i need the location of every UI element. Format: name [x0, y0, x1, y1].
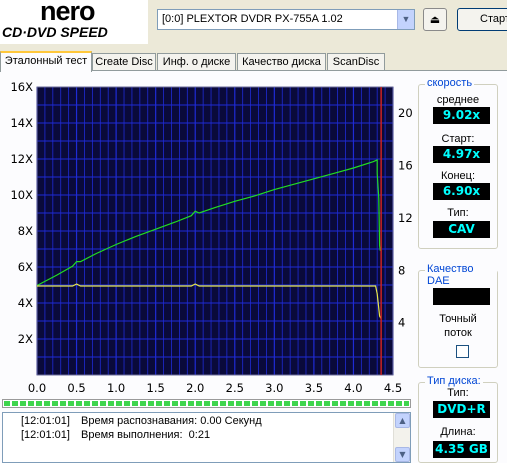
progress-fill [4, 401, 409, 406]
x-tick-label: 0.0 [28, 381, 46, 395]
avg-speed-value: 9.02x [433, 107, 490, 124]
x-tick-label: 0.5 [67, 381, 85, 395]
y-tick-label: 12X [10, 152, 33, 166]
y-tick-label: 14X [10, 116, 33, 130]
x-tick-label: 1.5 [147, 381, 165, 395]
log-message: Время распознавания: 0.00 Секунд [81, 415, 262, 427]
scroll-up-icon[interactable]: ▲ [395, 413, 410, 428]
y2-tick-label: 12 [398, 211, 413, 225]
chevron-down-icon[interactable]: ▼ [397, 10, 414, 29]
eject-icon: ⏏ [429, 13, 441, 26]
dae-group: Качество DAE Точный поток [418, 263, 498, 368]
disc-type-value: DVD+R [433, 401, 490, 418]
start-speed-label: Старт: [441, 133, 475, 145]
start-button[interactable]: Старт [457, 8, 507, 31]
dae-quality-value [433, 288, 490, 305]
accurate-stream-label-1: Точный [439, 313, 477, 325]
eject-button[interactable]: ⏏ [423, 8, 447, 31]
disc-type-label: Тип: [447, 387, 469, 399]
y-tick-label: 4X [18, 296, 33, 310]
tab-benchmark[interactable]: Эталонный тест [0, 51, 92, 72]
speed-type-value: CAV [433, 221, 490, 238]
x-tick-label: 2.0 [186, 381, 204, 395]
x-tick-label: 2.5 [226, 381, 244, 395]
end-speed-label: Конец: [440, 170, 476, 182]
end-speed-value: 6.90x [433, 183, 490, 200]
y-tick-label: 10X [10, 188, 33, 202]
benchmark-chart: 0.0 0.5 1.0 1.5 2.0 2.5 3.0 3.5 4.0 4.5 2X 4X 6X 8X 10… [0, 71, 418, 396]
scroll-down-icon[interactable]: ▼ [395, 447, 410, 462]
x-tick-label: 1.0 [107, 381, 125, 395]
drive-selector-value: [0:0] PLEXTOR DVDR PX-755A 1.02 [162, 13, 343, 25]
disc-length-label: Длина: [440, 426, 476, 438]
y2-tick-label: 8 [398, 263, 405, 277]
log-row: [12:01:01] Время распознавания: 0.00 Секу… [21, 415, 262, 428]
log-timestamp: [12:01:01] [21, 415, 70, 427]
log-message: Время выполнения: 0:21 [81, 429, 211, 441]
drive-selector[interactable]: [0:0] PLEXTOR DVDR PX-755A 1.02 ▼ [157, 9, 415, 30]
y2-tick-label: 20 [398, 106, 413, 120]
progress-bar [2, 399, 411, 408]
y2-tick-label: 4 [398, 316, 405, 330]
avg-speed-label: среднее [436, 94, 480, 106]
y-tick-label: 2X [18, 332, 33, 346]
tab-create-disc[interactable]: Create Disc [92, 53, 156, 71]
accurate-stream-label-2: поток [444, 327, 472, 339]
logo-brand: nero [40, 0, 96, 26]
y-tick-label: 6X [18, 260, 33, 274]
dae-group-title: Качество DAE [425, 263, 497, 287]
log-panel: [12:01:01] Время распознавания: 0.00 Секу… [2, 412, 411, 463]
x-tick-label: 3.0 [265, 381, 283, 395]
chart-svg: 0.0 0.5 1.0 1.5 2.0 2.5 3.0 3.5 4.0 4.5 2X 4X 6X 8X 10… [10, 80, 413, 395]
accurate-stream-checkbox[interactable] [456, 345, 469, 358]
tab-scandisc[interactable]: ScanDisc [327, 53, 385, 71]
tab-disc-info[interactable]: Инф. о диске [157, 53, 236, 71]
disc-type-group: Тип диска: Тип: DVD+R Длина: 4.35 GB [418, 375, 498, 463]
nero-logo: nero CD·DVD SPEED [0, 0, 148, 44]
y-tick-label: 16X [10, 80, 33, 94]
log-row: [12:01:01] Время выполнения: 0:21 [21, 429, 210, 442]
tab-disc-quality[interactable]: Качество диска [237, 53, 326, 71]
y2-tick-label: 16 [398, 159, 413, 173]
start-speed-value: 4.97x [433, 146, 490, 163]
disc-length-value: 4.35 GB [433, 441, 490, 458]
disc-type-group-title: Тип диска: [425, 375, 483, 387]
log-timestamp: [12:01:01] [21, 429, 70, 441]
log-scrollbar[interactable]: ▲ ▼ [393, 413, 410, 462]
x-tick-label: 4.0 [344, 381, 362, 395]
x-tick-label: 3.5 [305, 381, 323, 395]
logo-product: CD·DVD SPEED [2, 24, 108, 40]
y-tick-label: 8X [18, 224, 33, 238]
speed-group: скорость среднее 9.02x Старт: 4.97x Коне… [418, 77, 498, 249]
x-tick-label: 4.5 [384, 381, 402, 395]
speed-group-title: скорость [425, 77, 475, 89]
speed-type-label: Тип: [447, 207, 469, 219]
